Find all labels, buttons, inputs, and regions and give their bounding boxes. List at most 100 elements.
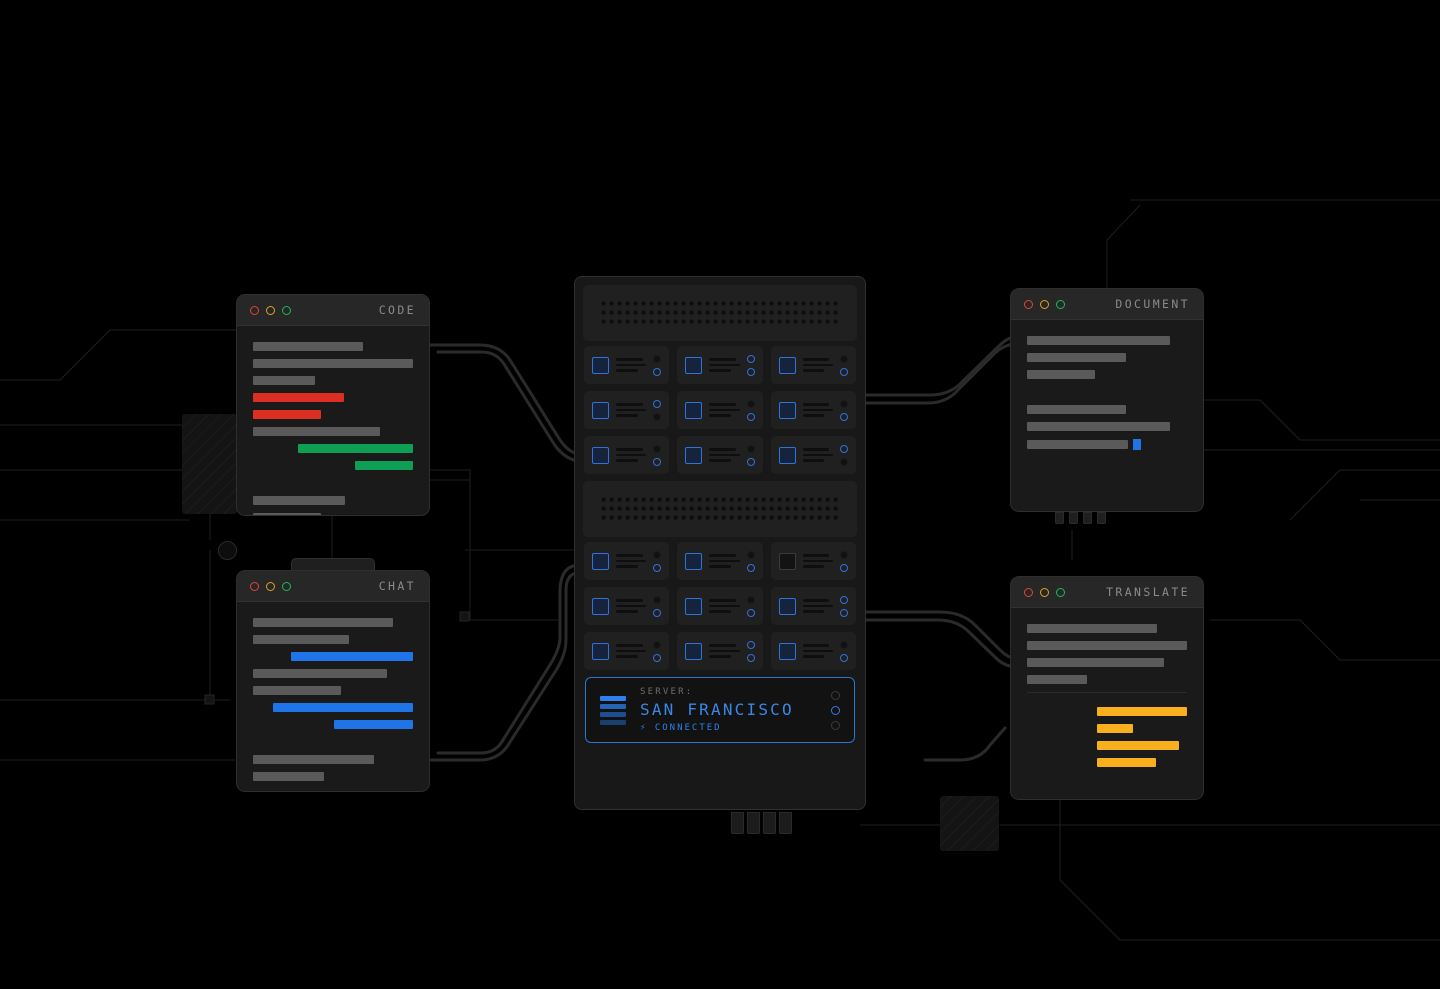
close-button-icon[interactable] [1024,299,1033,309]
window-code-title: CODE [378,303,416,317]
blade-leds [746,399,755,421]
server-blade[interactable] [677,632,763,670]
window-translate[interactable]: TRANSLATE [1010,576,1204,800]
traffic-lights [1024,299,1065,309]
blade-led-top [746,640,755,649]
blade-led-top [746,399,755,408]
close-button-icon[interactable] [1024,587,1033,597]
server-blade[interactable] [770,632,856,670]
blade-led-bottom [653,608,662,617]
window-chat[interactable]: CHAT [236,570,430,792]
server-status-leds [831,690,840,730]
blade-leds [653,444,662,466]
server-status-card[interactable]: SERVER: SAN FRANCISCO ⚡ CONNECTED [585,677,855,743]
blade-status-square-active [685,597,703,615]
window-code[interactable]: CODE [236,294,430,516]
blade-leds [653,640,662,662]
blade-status-square-active [592,642,609,660]
server-name: SAN FRANCISCO [640,700,794,719]
text-line [334,720,413,729]
blade-led-top [653,444,662,453]
blade-led-top [653,640,662,649]
server-blade[interactable] [584,391,670,429]
window-translate-content [1011,608,1203,793]
server-rack[interactable]: SERVER: SAN FRANCISCO ⚡ CONNECTED [574,276,866,810]
server-status-led-2 [831,705,840,715]
blade-status-square-active [592,597,609,615]
text-line [1027,353,1126,362]
text-line [1027,336,1170,345]
server-blade[interactable] [677,542,763,580]
traffic-lights [1024,587,1065,597]
server-blade[interactable] [770,542,856,580]
text-line [1027,440,1128,449]
blade-leds [653,550,662,572]
text-line [1097,758,1156,767]
blade-led-bottom [746,457,755,466]
blade-led-top [839,444,848,453]
minimize-button-icon[interactable] [266,581,275,591]
server-blade[interactable] [584,542,670,580]
server-blade[interactable] [770,587,856,625]
maximize-button-icon[interactable] [282,305,291,315]
server-blade[interactable] [584,587,670,625]
blade-led-bottom [839,653,848,662]
blade-status-square-active [685,401,703,419]
blade-leds [746,595,755,617]
blade-leds [839,444,848,466]
server-blade[interactable] [584,436,670,474]
server-info: SERVER: SAN FRANCISCO ⚡ CONNECTED [640,687,817,733]
server-blade[interactable] [677,391,763,429]
blade-status-square-active [778,356,796,374]
text-line [355,461,413,470]
vent-dot-grid [601,301,839,327]
blade-leds [746,444,755,466]
minimize-button-icon[interactable] [1040,299,1049,309]
blade-leds [839,399,848,421]
server-blade[interactable] [584,346,670,384]
maximize-button-icon[interactable] [1056,299,1065,309]
blade-led-top [839,399,848,408]
text-line [253,635,349,644]
blade-detail-lines [802,599,833,613]
server-blade[interactable] [770,436,856,474]
window-translate-title: TRANSLATE [1106,585,1190,599]
blade-status-square-active [592,401,609,419]
server-blade[interactable] [677,587,763,625]
text-line [253,755,374,764]
blade-detail-lines [616,358,647,372]
minimize-button-icon[interactable] [266,305,275,315]
blade-detail-lines [616,644,647,658]
blade-detail-lines [802,403,833,417]
rack-blade-group-bottom [580,542,860,670]
server-blade[interactable] [584,632,670,670]
server-blade[interactable] [677,346,763,384]
minimize-button-icon[interactable] [1040,587,1049,597]
blade-led-top [746,354,755,363]
text-line [253,359,413,368]
hatched-block-right [940,796,999,851]
text-line [1027,370,1095,379]
circuit-node [218,541,237,560]
server-blade[interactable] [770,346,856,384]
blade-led-bottom [746,412,755,421]
text-line [253,376,315,385]
close-button-icon[interactable] [250,305,259,315]
blade-led-top [746,444,755,453]
blade-leds [653,399,662,421]
close-button-icon[interactable] [250,581,259,591]
window-document-title: DOCUMENT [1115,297,1190,311]
blade-detail-lines [616,448,647,462]
blade-led-top [839,550,848,559]
server-blade[interactable] [770,391,856,429]
connector-pin [763,812,776,834]
server-status-led-3 [831,720,840,730]
translate-source-text [1027,624,1187,684]
maximize-button-icon[interactable] [1056,587,1065,597]
blade-led-top [653,595,662,604]
maximize-button-icon[interactable] [282,581,291,591]
translate-divider [1027,692,1187,693]
blade-leds [839,550,848,572]
server-blade[interactable] [677,436,763,474]
window-document[interactable]: DOCUMENT [1010,288,1204,512]
